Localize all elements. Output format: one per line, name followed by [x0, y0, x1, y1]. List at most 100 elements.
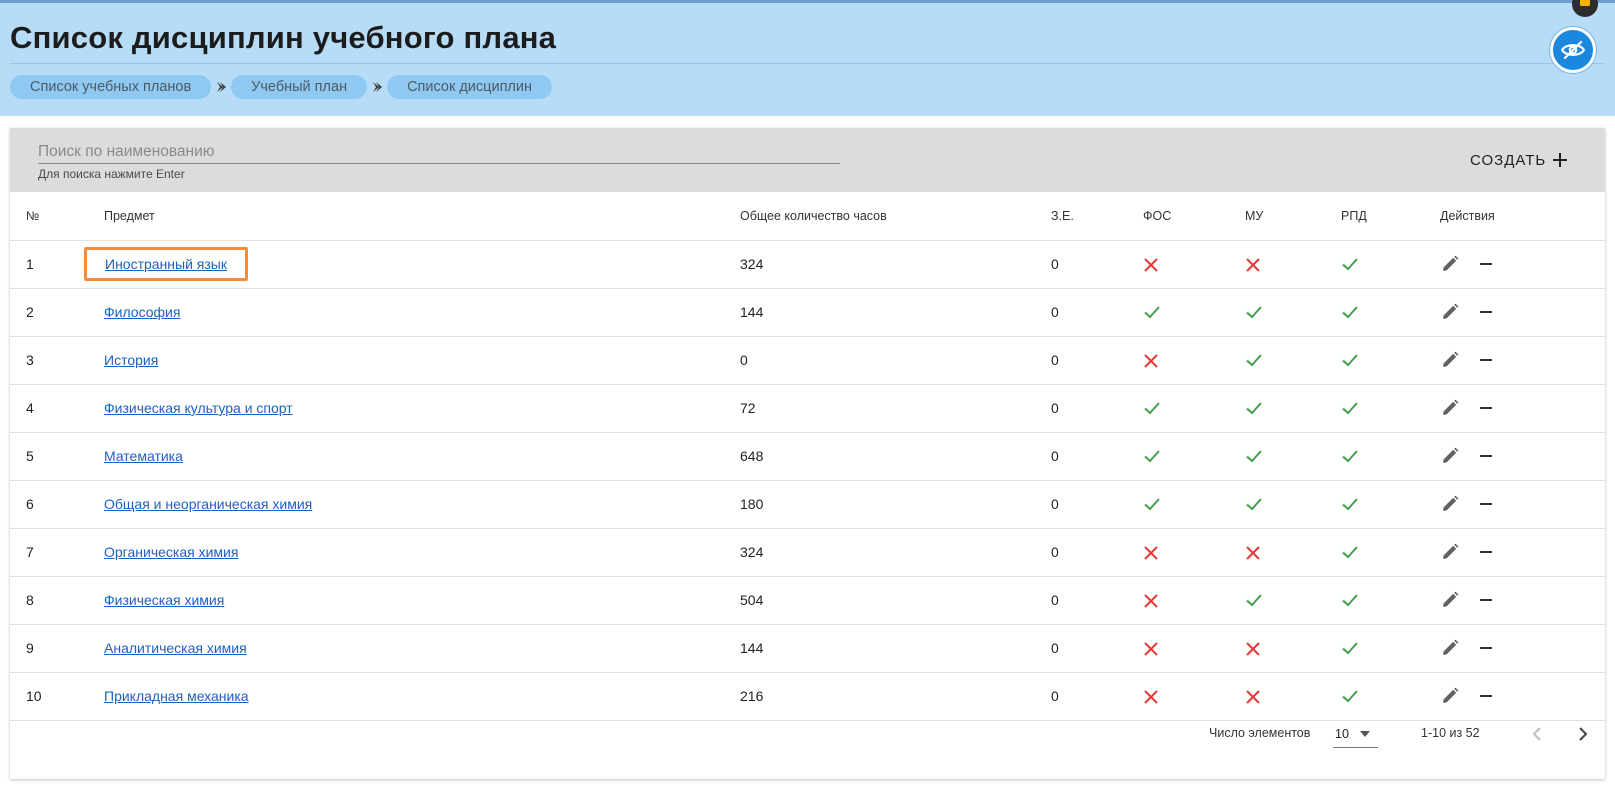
cross-icon: [1143, 689, 1159, 705]
create-button[interactable]: СОЗДАТЬ: [1470, 146, 1568, 174]
column-header-fos[interactable]: ФОС: [1143, 192, 1245, 241]
cell-mu: [1245, 432, 1341, 481]
remove-icon[interactable]: [1478, 256, 1494, 272]
edit-icon[interactable]: [1440, 254, 1460, 274]
rows-per-page-select[interactable]: 10: [1333, 720, 1378, 748]
breadcrumb-item-plans-list[interactable]: Список учебных планов: [10, 75, 212, 99]
cell-actions: [1440, 480, 1605, 529]
remove-icon[interactable]: [1478, 592, 1494, 608]
edit-icon[interactable]: [1440, 494, 1460, 514]
edit-icon[interactable]: [1440, 542, 1460, 562]
table-header-row: № Предмет Общее количество часов З.Е. ФО…: [10, 192, 1605, 241]
cell-actions: [1440, 240, 1605, 289]
subject-link[interactable]: Иностранный язык: [105, 256, 227, 272]
remove-icon[interactable]: [1478, 352, 1494, 368]
check-icon: [1341, 495, 1359, 513]
visibility-toggle-button[interactable]: [1550, 27, 1596, 73]
column-header-num[interactable]: №: [10, 192, 104, 241]
cell-num: 2: [10, 288, 104, 337]
cell-subject: Математика: [104, 432, 740, 481]
cell-rpd: [1341, 288, 1440, 337]
remove-icon[interactable]: [1478, 640, 1494, 656]
cross-icon: [1245, 257, 1261, 273]
cell-num: 7: [10, 528, 104, 577]
column-header-subject[interactable]: Предмет: [104, 192, 740, 241]
check-icon: [1341, 639, 1359, 657]
remove-icon[interactable]: [1478, 400, 1494, 416]
edit-icon[interactable]: [1440, 638, 1460, 658]
check-icon: [1245, 591, 1263, 609]
remove-icon[interactable]: [1478, 688, 1494, 704]
remove-icon[interactable]: [1478, 544, 1494, 560]
chevron-left-icon: [1532, 726, 1542, 742]
chat-button[interactable]: [1572, 0, 1598, 17]
check-icon: [1341, 687, 1359, 705]
subject-link[interactable]: Философия: [104, 304, 180, 320]
column-header-mu[interactable]: МУ: [1245, 192, 1341, 241]
edit-icon[interactable]: [1440, 350, 1460, 370]
plus-icon: [1552, 152, 1568, 168]
cell-num: 5: [10, 432, 104, 481]
cell-actions: [1440, 624, 1605, 673]
create-button-label: СОЗДАТЬ: [1470, 151, 1547, 169]
cell-hours: 144: [740, 288, 1051, 337]
cell-mu: [1245, 240, 1341, 289]
subject-link[interactable]: Аналитическая химия: [104, 640, 247, 656]
remove-icon[interactable]: [1478, 496, 1494, 512]
cell-subject: Физическая культура и спорт: [104, 384, 740, 433]
cell-mu: [1245, 624, 1341, 673]
cell-subject: Физическая химия: [104, 576, 740, 625]
cell-rpd: [1341, 480, 1440, 529]
breadcrumb-item-plan[interactable]: Учебный план: [231, 75, 368, 99]
header-bar: Список дисциплин учебного плана Список у…: [0, 0, 1615, 116]
check-icon: [1245, 447, 1263, 465]
cell-num: 3: [10, 336, 104, 385]
subject-link[interactable]: Прикладная механика: [104, 688, 249, 704]
edit-icon[interactable]: [1440, 398, 1460, 418]
cell-num: 9: [10, 624, 104, 673]
cell-hours: 648: [740, 432, 1051, 481]
cell-fos: [1143, 528, 1245, 577]
cross-icon: [1143, 545, 1159, 561]
chat-icon: [1579, 0, 1591, 10]
cross-icon: [1143, 593, 1159, 609]
subject-link[interactable]: Общая и неорганическая химия: [104, 496, 312, 512]
cell-rpd: [1341, 336, 1440, 385]
breadcrumb-item-disciplines[interactable]: Список дисциплин: [387, 75, 552, 99]
subject-link[interactable]: Математика: [104, 448, 183, 464]
cell-fos: [1143, 336, 1245, 385]
title-divider: [10, 63, 1604, 64]
cell-ze: 0: [1051, 624, 1143, 673]
cell-ze: 0: [1051, 336, 1143, 385]
edit-icon[interactable]: [1440, 302, 1460, 322]
cross-icon: [1245, 545, 1261, 561]
cell-num: 4: [10, 384, 104, 433]
remove-icon[interactable]: [1478, 448, 1494, 464]
check-icon: [1341, 591, 1359, 609]
cell-subject: Иностранный язык: [84, 240, 740, 289]
next-page-button[interactable]: [1572, 723, 1594, 745]
table-row: 7 Органическая химия 324 0: [10, 528, 1605, 577]
column-header-rpd[interactable]: РПД: [1341, 192, 1440, 241]
subject-link[interactable]: Физическая культура и спорт: [104, 400, 293, 416]
pagination: Число элементов 10 1-10 из 52: [10, 704, 1605, 764]
cell-actions: [1440, 288, 1605, 337]
edit-icon[interactable]: [1440, 446, 1460, 466]
cell-ze: 0: [1051, 480, 1143, 529]
cell-mu: [1245, 336, 1341, 385]
remove-icon[interactable]: [1478, 304, 1494, 320]
disciplines-card: Для поиска нажмите Enter СОЗДАТЬ № Предм…: [10, 128, 1605, 779]
search-input[interactable]: [38, 140, 840, 164]
edit-icon[interactable]: [1440, 686, 1460, 706]
column-header-hours[interactable]: Общее количество часов: [740, 192, 1051, 241]
cell-actions: [1440, 576, 1605, 625]
table-row: 1 Иностранный язык 324 0: [10, 240, 1605, 289]
edit-icon[interactable]: [1440, 590, 1460, 610]
column-header-ze[interactable]: З.Е.: [1051, 192, 1143, 241]
prev-page-button[interactable]: [1526, 723, 1548, 745]
subject-link[interactable]: История: [104, 352, 158, 368]
subject-link[interactable]: Физическая химия: [104, 592, 224, 608]
subject-link[interactable]: Органическая химия: [104, 544, 238, 560]
cell-rpd: [1341, 576, 1440, 625]
cross-icon: [1245, 641, 1261, 657]
